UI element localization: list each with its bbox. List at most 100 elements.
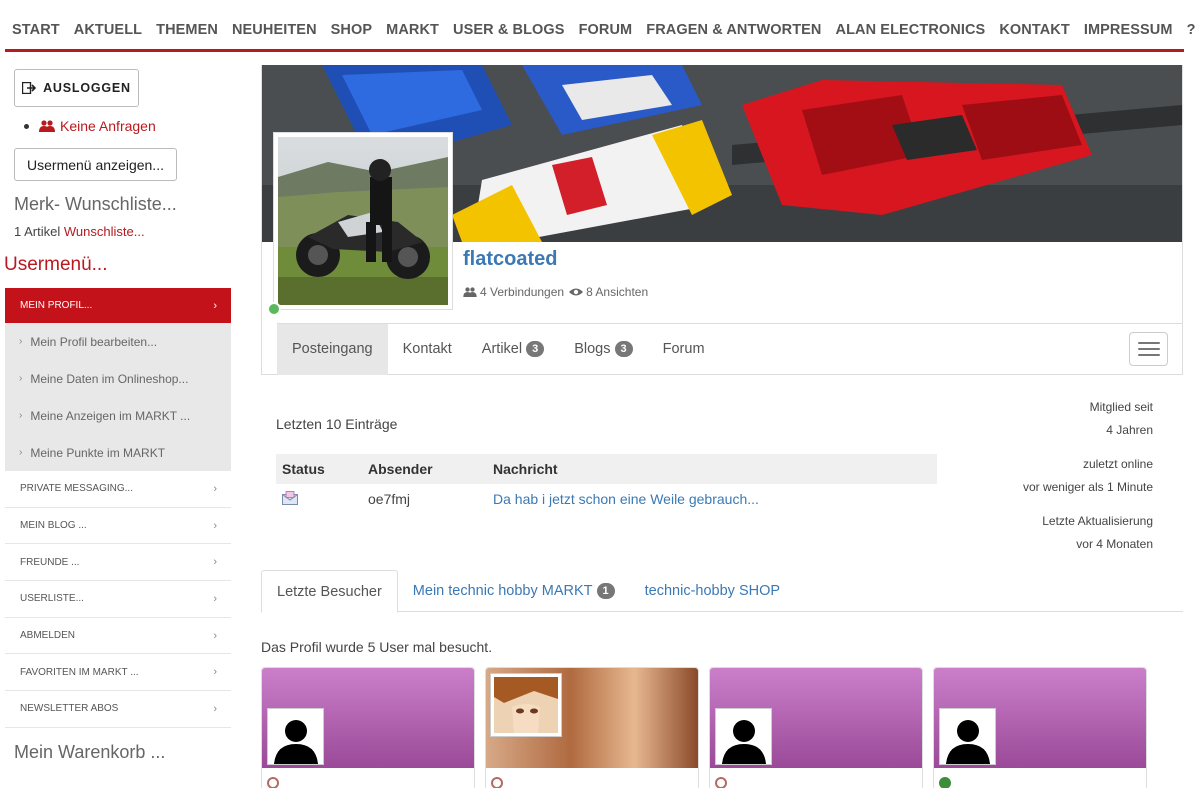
default-user-icon — [273, 720, 318, 764]
table-header-row: Status Absender Nachricht — [276, 454, 937, 484]
chevron-right-icon: › — [19, 336, 23, 347]
message-status-cell — [276, 484, 362, 514]
usermenu: MEIN PROFIL... › › Mein Profil bearbeiten… — [5, 288, 231, 728]
inbox-table: Status Absender Nachricht oe7fmj Da hab … — [276, 454, 937, 514]
visitor-card[interactable] — [485, 667, 699, 788]
menu-item-newsletter[interactable]: NEWSLETTER ABOS › — [5, 691, 231, 728]
nav-user-blogs[interactable]: USER & BLOGS — [453, 22, 565, 38]
menu-item-label: PRIVATE MESSAGING... — [20, 483, 133, 495]
nav-neuheiten[interactable]: NEUHEITEN — [232, 22, 317, 38]
online-status-indicator — [939, 777, 951, 788]
menu-item-label: ABMELDEN — [20, 630, 76, 642]
submenu-item-profil-bearbeiten[interactable]: › Mein Profil bearbeiten... — [5, 323, 231, 360]
table-row[interactable]: oe7fmj Da hab i jetzt schon eine Weile g… — [276, 484, 937, 514]
menu-item-freunde[interactable]: FREUNDE ... › — [5, 544, 231, 582]
profile-username[interactable]: flatcoated — [463, 248, 557, 271]
wishlist-summary: 1 Artikel Wunschliste... — [14, 224, 145, 239]
nav-aktuell[interactable]: AKTUELL — [74, 22, 142, 38]
connections-count[interactable]: 4 Verbindungen — [480, 285, 564, 299]
profile-tabs: Posteingang Kontakt Artikel 3 Blogs 3 Foru… — [277, 323, 1182, 375]
visitor-card[interactable] — [709, 667, 923, 788]
submenu-item-onlineshop[interactable]: › Meine Daten im Onlineshop... — [5, 360, 231, 397]
nav-shop[interactable]: SHOP — [331, 22, 373, 38]
sign-out-icon — [22, 82, 37, 94]
users-icon — [463, 287, 477, 297]
default-user-icon — [721, 720, 766, 764]
requests-link[interactable]: Keine Anfragen — [24, 118, 156, 134]
tab-posteingang[interactable]: Posteingang — [277, 323, 388, 375]
menu-item-userliste[interactable]: USERLISTE... › — [5, 581, 231, 618]
profile-avatar[interactable] — [273, 132, 453, 310]
menu-item-favoriten[interactable]: FAVORITEN IM MARKT ... › — [5, 654, 231, 692]
default-user-icon — [945, 720, 990, 764]
menu-item-mein-blog[interactable]: MEIN BLOG ... › — [5, 507, 231, 545]
nav-impressum[interactable]: IMPRESSUM — [1084, 22, 1173, 38]
hamburger-icon — [1137, 342, 1160, 344]
tab-artikel[interactable]: Artikel 3 — [467, 324, 559, 375]
tab-letzte-besucher[interactable]: Letzte Besucher — [261, 570, 398, 613]
count-badge: 3 — [526, 341, 545, 357]
column-header-sender: Absender — [362, 454, 487, 484]
nav-markt[interactable]: MARKT — [386, 22, 439, 38]
nav-alan-electronics[interactable]: ALAN ELECTRONICS — [836, 22, 986, 38]
avatar[interactable] — [715, 708, 772, 765]
message-link[interactable]: Da hab i jetzt schon eine Weile gebrauch… — [487, 484, 937, 514]
submenu-item-anzeigen[interactable]: › Meine Anzeigen im MARKT ... — [5, 397, 231, 434]
wishlist-link[interactable]: Wunschliste... — [64, 224, 145, 239]
chevron-right-icon: › — [213, 482, 217, 495]
nav-forum[interactable]: FORUM — [579, 22, 633, 38]
chevron-right-icon: › — [213, 592, 217, 605]
tab-kontakt[interactable]: Kontakt — [388, 324, 467, 375]
chevron-right-icon: › — [213, 519, 217, 532]
wishlist-title: Merk- Wunschliste... — [14, 194, 177, 214]
profile-header: flatcoated 4 Verbindungen 8 Ansichten Po… — [261, 65, 1183, 375]
cart-title: Mein Warenkorb ... — [14, 742, 166, 762]
menu-toggle-button[interactable] — [1129, 332, 1168, 366]
menu-item-label: USERLISTE... — [20, 593, 84, 605]
count-badge: 3 — [614, 341, 633, 357]
visit-count-text: Das Profil wurde 5 User mal besucht. — [261, 639, 493, 655]
nav-divider — [5, 49, 1184, 52]
nav-themen[interactable]: THEMEN — [156, 22, 218, 38]
logout-button[interactable]: AUSLOGGEN — [14, 69, 139, 107]
column-header-status: Status — [276, 454, 362, 484]
logout-label: AUSLOGGEN — [43, 81, 131, 95]
menu-item-mein-profil[interactable]: MEIN PROFIL... › — [5, 288, 231, 323]
bullet — [24, 123, 29, 129]
sidebar: AUSLOGGEN Keine Anfragen Usermenü anzeig… — [0, 54, 240, 788]
member-since-label: Mitglied seit — [1089, 400, 1153, 414]
show-usermenu-button[interactable]: Usermenü anzeigen... — [14, 148, 177, 181]
tab-forum[interactable]: Forum — [648, 324, 720, 375]
last-online-label: zuletzt online — [1082, 457, 1153, 471]
chevron-right-icon: › — [213, 629, 217, 642]
message-sender: oe7fmj — [368, 491, 411, 507]
menu-item-label: FREUNDE ... — [20, 556, 80, 568]
nav-fragen-antworten[interactable]: FRAGEN & ANTWORTEN — [646, 22, 821, 38]
visitor-card[interactable] — [933, 667, 1147, 788]
nav-start[interactable]: START — [12, 22, 60, 38]
visitor-tabs: Letzte Besucher Mein technic hobby MARKT… — [261, 570, 1183, 613]
menu-item-private-messaging[interactable]: PRIVATE MESSAGING... › — [5, 471, 231, 508]
submenu-item-punkte[interactable]: › Meine Punkte im MARKT — [5, 434, 231, 471]
chevron-right-icon: › — [213, 666, 217, 679]
inbox-heading: Letzten 10 Einträge — [276, 416, 398, 432]
menu-item-label: MEIN PROFIL... — [20, 300, 93, 311]
avatar[interactable] — [939, 708, 996, 765]
avatar[interactable] — [267, 708, 324, 765]
visitor-card[interactable] — [261, 667, 475, 788]
tab-technic-hobby-shop[interactable]: technic-hobby SHOP — [630, 570, 795, 612]
avatar[interactable] — [490, 673, 562, 737]
tab-blogs[interactable]: Blogs 3 — [559, 324, 647, 375]
chevron-right-icon: › — [213, 556, 217, 569]
submenu-item-label: Meine Anzeigen im MARKT ... — [30, 408, 191, 423]
last-online-value: vor weniger als 1 Minute — [1022, 480, 1153, 494]
count-badge: 1 — [596, 583, 615, 599]
tab-technic-hobby-markt[interactable]: Mein technic hobby MARKT 1 — [398, 570, 630, 612]
envelope-icon — [282, 490, 298, 505]
tab-label: Forum — [662, 341, 705, 357]
menu-item-abmelden[interactable]: ABMELDEN › — [5, 617, 231, 655]
nav-kontakt[interactable]: KONTAKT — [999, 22, 1070, 38]
nav-help[interactable]: ? — [1187, 22, 1196, 38]
member-stats: Mitglied seit 4 Jahren zuletzt online vo… — [1023, 396, 1153, 556]
column-header-message: Nachricht — [487, 454, 937, 484]
